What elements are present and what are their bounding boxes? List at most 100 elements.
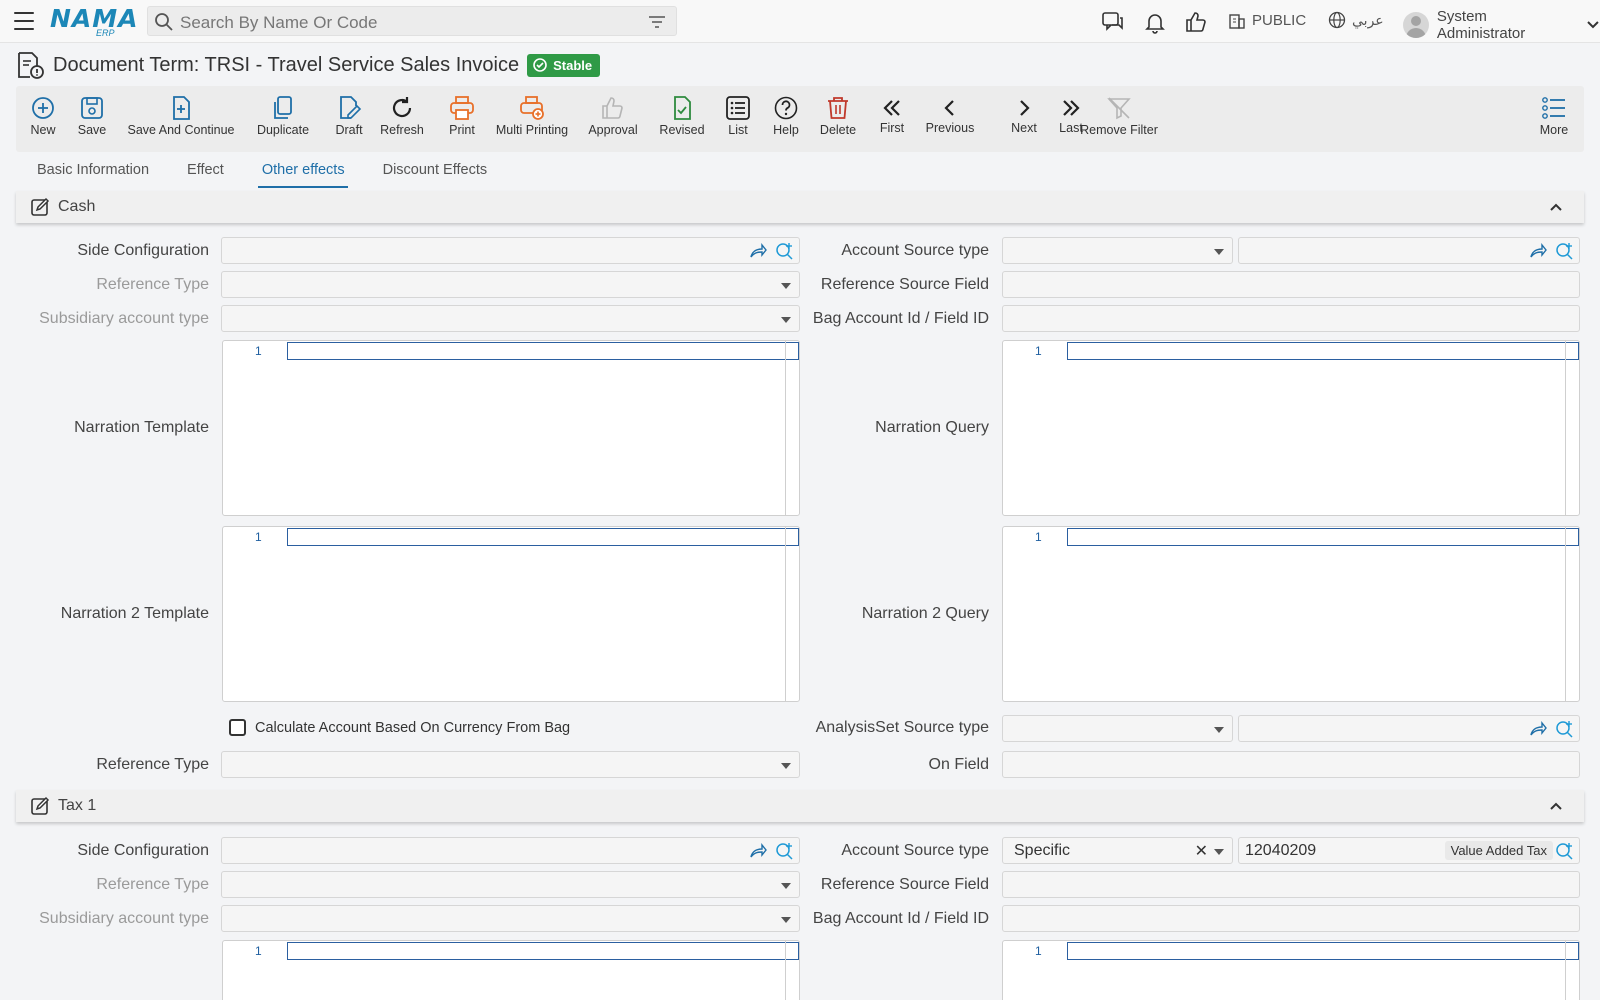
editor-line[interactable] [287,528,799,546]
app-logo[interactable]: NAMA ERP [50,4,139,38]
open-link-icon[interactable] [749,843,767,859]
search-find-icon[interactable] [1555,842,1573,860]
tax1-bag-account-id-label: Bag Account Id / Field ID [812,910,989,927]
more-button[interactable]: More [1539,86,1569,152]
narration-query-editor[interactable]: 1 [1002,340,1580,516]
multi-printing-button[interactable]: Multi Printing [495,86,569,152]
side-configuration-input[interactable] [221,237,800,264]
narration2-template-editor[interactable]: 1 [222,526,800,702]
search-find-icon[interactable] [1555,720,1573,738]
search-find-icon[interactable] [775,842,793,860]
clear-icon[interactable]: ✕ [1195,841,1208,861]
tab-discount-effects[interactable]: Discount Effects [362,155,505,187]
delete-button[interactable]: Delete [819,86,857,152]
edit-icon [31,796,50,815]
tax1-reference-source-field-input[interactable] [1002,871,1580,898]
page-header: Document Term: TRSI - Travel Service Sal… [15,48,601,82]
tax1-account-input[interactable]: 12040209 Value Added Tax [1238,837,1580,864]
reference-type-2-select[interactable] [221,751,800,778]
refresh-button[interactable]: Refresh [379,86,425,152]
draft-button[interactable]: Draft [331,86,367,152]
editor-scrollbar[interactable] [785,941,786,1000]
editor-line[interactable] [287,342,799,360]
editor-scrollbar[interactable] [1565,527,1566,701]
editor-scrollbar[interactable] [1565,941,1566,1000]
account-source-type-value: Specific [1014,842,1071,859]
chevron-up-icon[interactable] [1548,199,1564,215]
subsidiary-account-type-select[interactable] [221,305,800,332]
analysis-set-source-type-select[interactable] [1002,715,1233,742]
logo-text: NAMA [50,4,139,33]
thumbs-up-icon[interactable] [1184,10,1208,34]
save-and-continue-button[interactable]: Save And Continue [127,86,235,152]
tax1-section-header[interactable]: Tax 1 [16,790,1584,822]
editor-line[interactable] [287,942,799,960]
menu-icon[interactable] [14,12,34,30]
tax1-bag-account-id-input[interactable] [1002,905,1580,932]
filter-icon[interactable] [648,14,666,30]
previous-button[interactable]: Previous [926,86,974,152]
calc-account-currency-checkbox[interactable] [229,719,246,736]
tax1-account-source-type-select[interactable]: Specific ✕ [1002,837,1233,864]
multi-printing-label: Multi Printing [495,123,569,137]
tax1-subsidiary-account-type-select[interactable] [221,905,800,932]
search-box[interactable]: Search By Name Or Code [147,6,677,36]
tax1-side-configuration-input[interactable] [221,837,800,864]
list-button[interactable]: List [724,86,752,152]
next-button[interactable]: Next [1010,86,1038,152]
line-number: 1 [1035,944,1042,958]
revised-button[interactable]: Revised [658,86,706,152]
chevron-up-icon[interactable] [1548,798,1564,814]
save-button[interactable]: Save [75,86,109,152]
search-input[interactable]: Search By Name Or Code [180,13,377,33]
tax1-reference-type-label: Reference Type [96,876,209,893]
dropdown-caret-icon [1214,849,1224,855]
tax1-narration-template-editor[interactable]: 1 [222,940,800,1000]
bell-icon[interactable] [1143,10,1167,34]
account-source-type-select[interactable] [1002,237,1233,264]
open-link-icon[interactable] [1529,721,1547,737]
reference-type-select[interactable] [221,271,800,298]
bag-account-id-label: Bag Account Id / Field ID [812,310,989,327]
account-input[interactable] [1238,237,1580,264]
on-field-input[interactable] [1002,751,1580,778]
tab-other-effects[interactable]: Other effects [241,155,362,188]
chat-icon[interactable] [1101,10,1125,34]
tax1-narration-query-editor[interactable]: 1 [1002,940,1580,1000]
bag-account-id-input[interactable] [1002,305,1580,332]
save-label: Save [77,123,107,137]
save-icon [81,97,103,119]
narration-template-editor[interactable]: 1 [222,340,800,516]
tab-effect[interactable]: Effect [166,155,241,187]
editor-scrollbar[interactable] [785,341,786,515]
open-link-icon[interactable] [749,243,767,259]
help-button[interactable]: Help [770,86,802,152]
editor-line[interactable] [1067,942,1579,960]
first-button[interactable]: First [878,86,906,152]
editor-line[interactable] [1067,528,1579,546]
print-button[interactable]: Print [445,86,479,152]
editor-line[interactable] [1067,342,1579,360]
help-icon [774,96,798,120]
dropdown-caret-icon [1214,727,1224,733]
editor-scrollbar[interactable] [785,527,786,701]
duplicate-button[interactable]: Duplicate [257,86,309,152]
reference-source-field-input[interactable] [1002,271,1580,298]
new-button[interactable]: New [26,86,60,152]
company-selector[interactable]: PUBLIC [1228,11,1306,29]
approval-button[interactable]: Approval [588,86,638,152]
narration2-query-editor[interactable]: 1 [1002,526,1580,702]
remove-filter-button[interactable]: Remove Filter [1077,86,1161,152]
analysis-set-input[interactable] [1238,715,1580,742]
language-switch[interactable]: عربي [1328,11,1384,29]
cash-section-header[interactable]: Cash [16,191,1584,223]
tax1-reference-type-select[interactable] [221,871,800,898]
search-find-icon[interactable] [1555,242,1573,260]
side-configuration-label: Side Configuration [77,242,209,259]
open-link-icon[interactable] [1529,243,1547,259]
account-code-value: 12040209 [1245,842,1317,859]
editor-scrollbar[interactable] [1565,341,1566,515]
tab-basic-information[interactable]: Basic Information [16,155,166,187]
user-menu[interactable]: System Administrator [1403,8,1600,42]
search-find-icon[interactable] [775,242,793,260]
